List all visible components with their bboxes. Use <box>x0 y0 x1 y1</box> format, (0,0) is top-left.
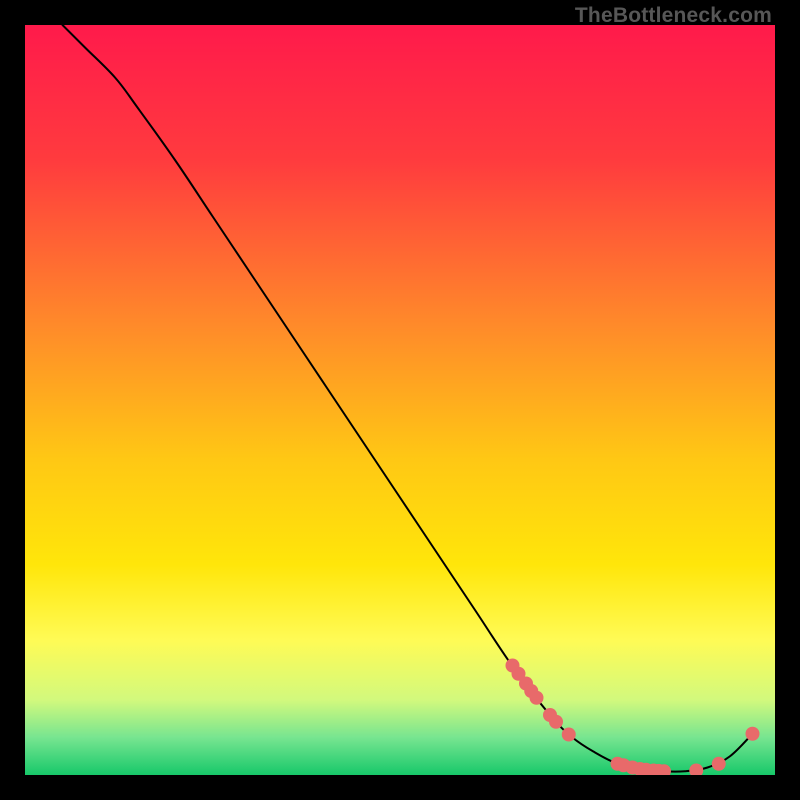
gradient-rect <box>25 25 775 775</box>
data-point <box>530 691 544 705</box>
data-point <box>712 757 726 771</box>
bottleneck-chart <box>25 25 775 775</box>
data-point <box>746 727 760 741</box>
chart-frame: TheBottleneck.com <box>0 0 800 800</box>
data-point <box>549 715 563 729</box>
data-point <box>562 728 576 742</box>
